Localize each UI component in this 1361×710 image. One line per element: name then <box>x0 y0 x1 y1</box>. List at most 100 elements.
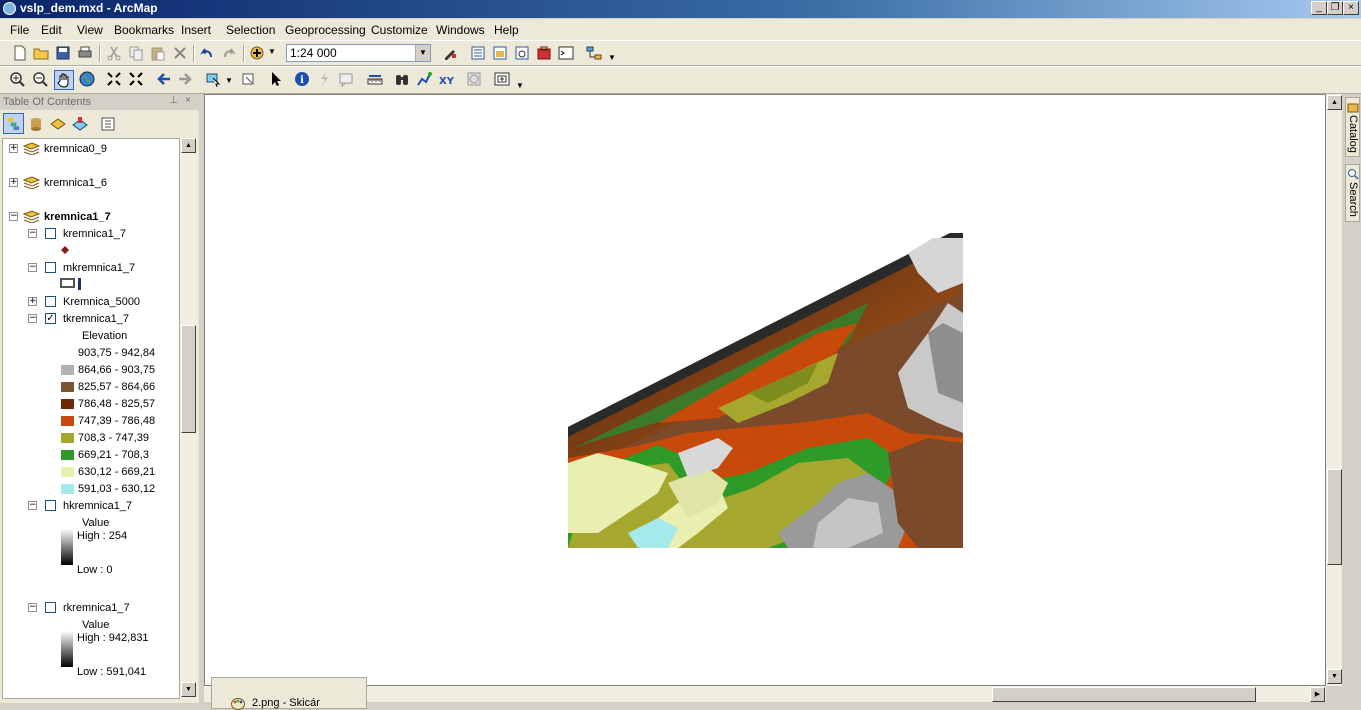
layer-visibility-checkbox[interactable] <box>45 602 56 613</box>
go-to-xy-icon[interactable]: XY <box>438 71 454 87</box>
hyperlink-icon[interactable] <box>316 71 332 87</box>
menu-file[interactable]: File <box>10 23 29 37</box>
map-scale-combobox[interactable]: 1:24 000 ▼ <box>286 44 431 62</box>
menu-view[interactable]: View <box>77 23 103 37</box>
layer-label[interactable]: hkremnica1_7 <box>63 500 132 512</box>
scroll-thumb[interactable] <box>1327 469 1342 565</box>
back-arrow-icon[interactable] <box>156 71 172 87</box>
chevron-down-icon[interactable]: ▼ <box>268 47 276 56</box>
scroll-down-icon[interactable]: ▼ <box>1327 669 1342 684</box>
menu-help[interactable]: Help <box>494 23 519 37</box>
group-layer-label[interactable]: kremnica1_6 <box>44 177 107 189</box>
forward-arrow-icon[interactable] <box>177 71 193 87</box>
fixed-zoom-out-icon[interactable] <box>128 71 144 87</box>
select-elements-arrow-icon[interactable] <box>268 71 284 87</box>
python-window-icon[interactable] <box>558 45 574 61</box>
layer-label[interactable]: rkremnica1_7 <box>63 602 130 614</box>
toolbar-options-icon[interactable]: ▼ <box>608 53 616 62</box>
chevron-down-icon[interactable]: ▼ <box>415 45 430 61</box>
delete-icon[interactable] <box>172 45 188 61</box>
menu-edit[interactable]: Edit <box>41 23 62 37</box>
layer-label[interactable]: mkremnica1_7 <box>63 262 135 274</box>
table-of-contents-icon[interactable] <box>470 45 486 61</box>
full-extent-globe-icon[interactable] <box>79 71 95 87</box>
zoom-in-icon[interactable] <box>9 71 25 87</box>
layer-visibility-checkbox[interactable] <box>45 296 56 307</box>
map-display[interactable] <box>204 94 1326 686</box>
menu-insert[interactable]: Insert <box>181 23 211 37</box>
expand-icon[interactable]: + <box>9 144 18 153</box>
catalog-tab[interactable]: Catalog <box>1345 97 1360 157</box>
collapse-icon[interactable]: − <box>28 501 37 510</box>
list-by-source-icon[interactable] <box>28 116 44 132</box>
measure-icon[interactable] <box>367 71 383 87</box>
search-tab[interactable]: Search <box>1345 164 1360 222</box>
catalog-window-icon[interactable] <box>492 45 508 61</box>
html-popup-icon[interactable] <box>338 71 354 87</box>
scroll-thumb[interactable] <box>992 687 1256 702</box>
close-icon[interactable]: × <box>185 95 191 106</box>
paste-icon[interactable] <box>150 45 166 61</box>
cut-icon[interactable] <box>106 45 122 61</box>
collapse-icon[interactable]: − <box>9 212 18 221</box>
collapse-icon[interactable]: − <box>28 229 37 238</box>
menu-selection[interactable]: Selection <box>226 23 275 37</box>
group-layer-label[interactable]: kremnica0_9 <box>44 143 107 155</box>
map-horizontal-scrollbar[interactable]: ▶ <box>204 686 1326 702</box>
map-vertical-scrollbar[interactable]: ▲ ▼ <box>1326 94 1342 686</box>
identify-icon[interactable]: i <box>294 71 310 87</box>
list-by-visibility-icon[interactable] <box>50 116 66 132</box>
expand-icon[interactable]: + <box>28 297 37 306</box>
layer-label[interactable]: tkremnica1_7 <box>63 313 129 325</box>
new-document-icon[interactable] <box>12 45 28 61</box>
search-window-icon[interactable] <box>514 45 530 61</box>
save-icon[interactable] <box>55 45 71 61</box>
list-by-drawing-order-button[interactable] <box>3 113 24 134</box>
add-data-icon[interactable] <box>249 45 265 61</box>
scroll-thumb[interactable] <box>181 325 196 433</box>
menu-customize[interactable]: Customize <box>371 23 428 37</box>
layer-label[interactable]: Kremnica_5000 <box>63 296 140 308</box>
menu-bookmarks[interactable]: Bookmarks <box>114 23 174 37</box>
collapse-icon[interactable]: − <box>28 314 37 323</box>
minimize-button[interactable]: _ <box>1311 1 1327 15</box>
scroll-up-icon[interactable]: ▲ <box>181 138 196 153</box>
menu-geoprocessing[interactable]: Geoprocessing <box>285 23 366 37</box>
collapse-icon[interactable]: − <box>28 263 37 272</box>
copy-icon[interactable] <box>128 45 144 61</box>
find-route-icon[interactable] <box>416 71 432 87</box>
redo-icon[interactable] <box>221 45 237 61</box>
expand-icon[interactable]: + <box>9 178 18 187</box>
scroll-right-icon[interactable]: ▶ <box>1310 687 1325 702</box>
restore-button[interactable]: ❐ <box>1327 1 1343 15</box>
undo-icon[interactable] <box>199 45 215 61</box>
time-slider-icon[interactable] <box>466 71 482 87</box>
collapse-icon[interactable]: − <box>28 603 37 612</box>
layer-visibility-checkbox[interactable] <box>45 500 56 511</box>
pin-icon[interactable]: ⊥ <box>169 95 178 106</box>
close-button[interactable]: × <box>1343 1 1359 15</box>
menu-windows[interactable]: Windows <box>436 23 485 37</box>
options-icon[interactable] <box>100 116 116 132</box>
layer-label[interactable]: kremnica1_7 <box>63 228 126 240</box>
group-layer-label[interactable]: kremnica1_7 <box>44 211 111 223</box>
select-features-icon[interactable] <box>205 71 221 87</box>
scroll-down-icon[interactable]: ▼ <box>181 682 196 697</box>
modelbuilder-icon[interactable] <box>586 45 602 61</box>
editor-toolbar-icon[interactable] <box>442 45 458 61</box>
layer-visibility-checkbox-checked[interactable]: ✓ <box>45 313 56 324</box>
print-icon[interactable] <box>77 45 93 61</box>
toc-vertical-scrollbar[interactable]: ▲ ▼ <box>180 138 197 699</box>
open-folder-icon[interactable] <box>33 45 49 61</box>
list-by-selection-icon[interactable] <box>72 116 88 132</box>
find-binoculars-icon[interactable] <box>394 71 410 87</box>
scroll-up-icon[interactable]: ▲ <box>1327 95 1342 110</box>
layer-visibility-checkbox[interactable] <box>45 262 56 273</box>
zoom-out-icon[interactable] <box>32 71 48 87</box>
chevron-down-icon[interactable]: ▼ <box>225 76 233 85</box>
fixed-zoom-in-icon[interactable] <box>106 71 122 87</box>
arctoolbox-icon[interactable] <box>536 45 552 61</box>
toolbar-options-icon[interactable]: ▼ <box>516 81 524 90</box>
clear-selection-icon[interactable] <box>240 71 256 87</box>
create-viewer-window-icon[interactable] <box>494 71 510 87</box>
